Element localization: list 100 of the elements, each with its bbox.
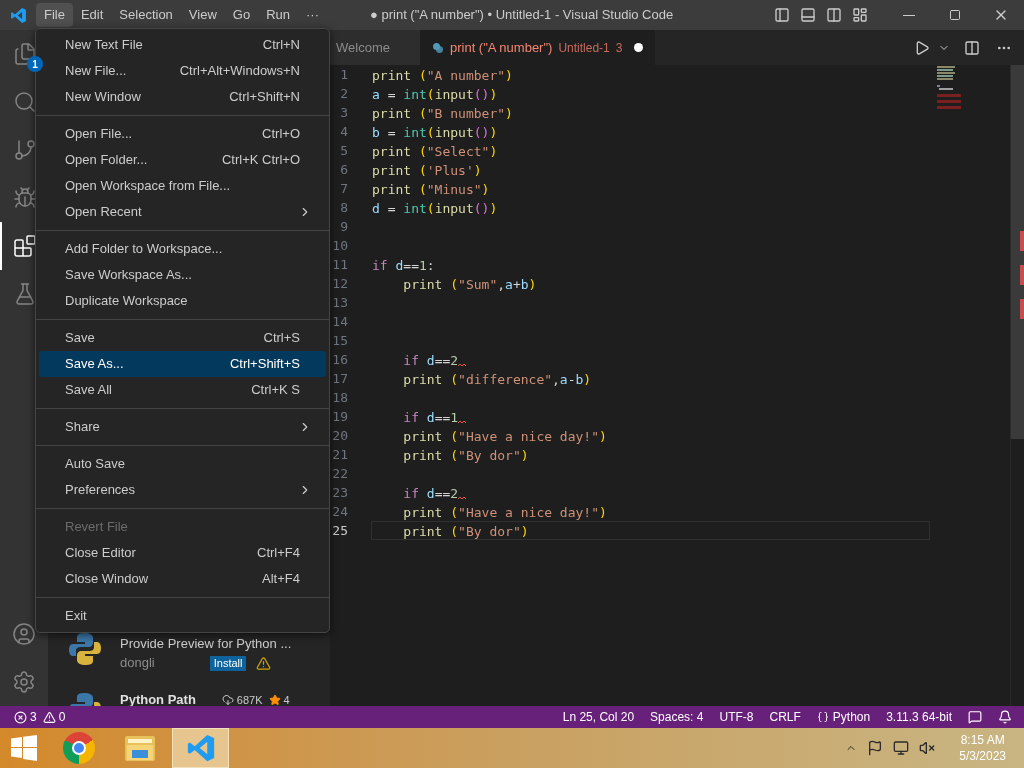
code-line: print ("A number") [371,67,514,84]
menu-item[interactable]: Preferences [39,477,326,503]
menu-item[interactable]: Save As... Ctrl+Shift+S [39,351,326,377]
menu-bar-item[interactable]: View [180,3,225,27]
extensions-icon [13,234,37,258]
menu-item[interactable]: Close Editor Ctrl+F4 [39,540,326,566]
explorer-icon [13,42,37,66]
line-number: 9 [339,218,348,236]
toggle-secondary-sidebar-icon[interactable] [826,7,842,23]
line-number: 16 [331,351,348,369]
install-button[interactable]: Install [209,655,247,671]
menu-item[interactable]: Auto Save [39,451,326,477]
accounts-icon[interactable] [12,622,36,646]
menu-item[interactable]: Save All Ctrl+K S [39,377,326,403]
line-number: 1 [339,66,348,84]
python-file-icon [431,41,444,54]
menu-item[interactable]: Open Recent [39,199,326,225]
line-number: 12 [331,275,348,293]
window-title: ● print ("A number") • Untitled-1 - Visual Studio Code [370,6,674,25]
braces-icon [816,711,829,723]
star-icon [268,694,281,706]
menu-item[interactable]: Close Window Alt+F4 [39,566,326,592]
toggle-sidebar-icon[interactable] [774,7,790,23]
menu-bar-item[interactable]: File [36,3,73,27]
menu-bar-item[interactable]: Go [224,3,259,27]
status-item[interactable]: 3.11.3 64-bit [886,708,952,726]
settings-icon[interactable] [12,670,36,694]
status-item[interactable]: Python [816,708,871,726]
status-item[interactable]: UTF-8 [719,708,754,726]
line-number: 17 [331,370,348,388]
customize-layout-icon[interactable] [852,7,868,23]
menu-item[interactable]: Open Folder... Ctrl+K Ctrl+O [39,147,326,173]
editor-tab[interactable]: Welcome [330,30,420,65]
warning-icon [42,710,56,724]
code-line: if d==2 [371,350,930,369]
search-icon [13,90,37,114]
status-item[interactable]: Ln 25, Col 20 [562,708,635,726]
feedback-icon[interactable] [968,710,982,724]
line-number: 11 [331,256,348,274]
error-icon [14,710,27,724]
chrome-icon [62,732,95,764]
app-logo-icon [9,6,27,24]
menu-item[interactable]: Open Workspace from File... [39,173,326,199]
line-number: 23 [331,484,348,502]
menu-bar-item[interactable]: Edit [72,3,112,27]
code-line: print ("Have a nice day!") [402,504,608,521]
menu-item[interactable]: Share [39,414,326,440]
menu-item[interactable]: Add Folder to Workspace... [39,236,326,262]
flag-icon[interactable] [867,740,884,756]
menu-item[interactable]: New Window Ctrl+Shift+N [39,84,326,110]
source-control-icon [13,138,37,162]
line-number: 13 [331,294,348,312]
code-line: print ("difference",a-b) [402,371,593,388]
status-item[interactable]: Spaces: 4 [650,708,704,726]
code-line: a = int(input()) [371,86,499,103]
code-line: print ("B number") [371,105,514,122]
menu-item[interactable]: Save Ctrl+S [39,325,326,351]
line-number: 4 [339,123,348,141]
problems-button[interactable]: 3 0 [14,708,66,726]
code-line: print ("Minus") [371,181,491,198]
editor-tab[interactable]: print ("A number") Untitled-1 3 [419,30,656,65]
status-item[interactable]: CRLF [769,708,801,726]
code-line: if d==1: [371,257,436,274]
line-number: 14 [331,313,348,331]
menu-item[interactable]: Open File... Ctrl+O [39,121,326,147]
taskbar-app-button[interactable] [172,728,229,768]
code-line: print ("By dor") [402,447,530,464]
run-debug-icon [13,186,37,210]
line-number: 5 [339,142,348,160]
line-number: 15 [331,332,348,350]
menu-item[interactable]: Duplicate Workspace [39,288,326,314]
code-line: print ("Have a nice day!") [402,428,608,445]
menu-bar-item[interactable]: Run [258,3,298,27]
run-file-icon[interactable] [914,39,930,56]
minimize-icon [903,14,915,16]
flask-icon [13,282,37,306]
menu-item[interactable]: Exit [39,603,326,629]
download-icon [221,694,234,706]
menu-bar-item[interactable]: Selection [111,3,181,27]
extension-description: Provide Preview for Python ... [120,635,292,653]
line-number: 10 [331,237,348,255]
line-number: 21 [331,446,348,464]
line-number: 3 [339,104,348,122]
toggle-panel-icon[interactable] [800,7,816,23]
code-line: print ('Plus') [371,162,483,179]
rating-count: 4 [283,692,290,706]
menu-item[interactable]: New Text File Ctrl+N [39,32,326,58]
line-number: 24 [331,503,348,521]
split-editor-icon[interactable] [964,39,980,56]
notification-badge: 1 [27,56,43,72]
folder-icon [123,733,156,763]
menu-bar-item[interactable]: ··· [298,3,327,27]
code-line: if d==1 [371,407,930,426]
network-icon[interactable] [893,740,910,756]
speaker-muted-icon[interactable] [919,740,936,756]
notifications-icon[interactable] [998,710,1012,724]
vscode-icon [185,733,216,763]
menu-item[interactable]: Save Workspace As... [39,262,326,288]
line-number: 18 [331,389,348,407]
extension-publisher: dongli [120,654,155,672]
